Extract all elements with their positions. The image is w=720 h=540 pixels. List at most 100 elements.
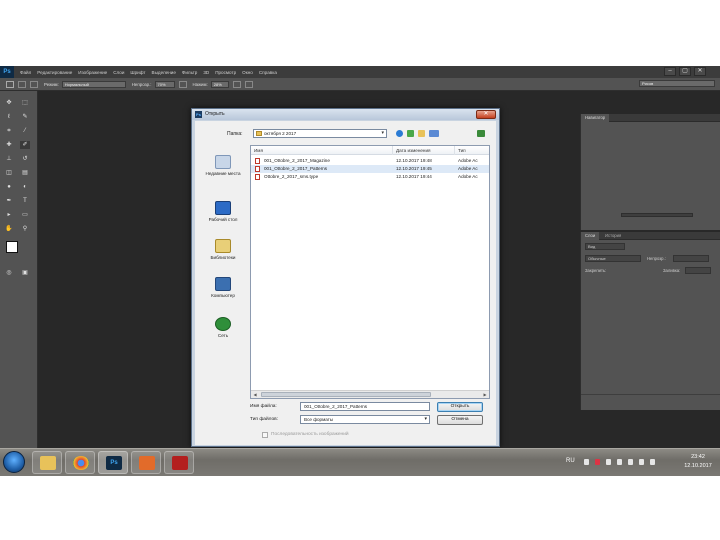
taskbar-photo-viewer[interactable] [131,451,161,474]
open-button[interactable]: Открыть [437,402,483,412]
screen-mode-icon[interactable]: ▣ [20,269,30,277]
file-row-selected[interactable]: 001_Ottobre_2_2017_Patterns 12.10.2017 1… [251,165,489,173]
eyedropper-tool-icon[interactable]: ⁄ [20,127,30,135]
pen-tool-icon[interactable]: ✒ [4,197,14,205]
dialog-close-button[interactable]: ✕ [476,110,496,119]
file-list[interactable]: Имя Дата изменения Тип 001_Ottobre_2_201… [250,145,490,399]
pressure-opacity-icon[interactable] [178,80,187,88]
eraser-tool-icon[interactable]: ◫ [4,169,14,177]
opacity-field[interactable]: 70% [154,80,175,88]
network-tray-icon[interactable] [639,459,644,465]
brush-size-icon[interactable] [18,80,26,88]
taskbar-acrobat[interactable] [164,451,194,474]
tab-navigator[interactable]: Навигатор [581,114,610,122]
fill-field[interactable] [685,267,711,274]
back-icon[interactable] [396,130,403,137]
menu-file[interactable]: Файл [20,70,31,75]
view-menu-icon[interactable] [429,130,439,137]
volume-tray-icon[interactable] [650,459,655,465]
menu-filter[interactable]: Фильтр [182,70,197,75]
brush-tool-icon[interactable]: ✐ [20,141,30,149]
file-row[interactable]: Ottobre_2_2017_sms.type 12.10.2017 19:44… [251,173,489,181]
column-type[interactable]: Тип [455,146,489,155]
tray-icon[interactable] [584,459,589,465]
tray-icon[interactable] [617,459,622,465]
hand-tool-icon[interactable]: ✋ [4,225,14,233]
image-sequence-checkbox[interactable] [262,432,268,438]
quick-mask-icon[interactable]: ◎ [4,269,14,277]
shape-tool-icon[interactable]: ▭ [20,211,30,219]
marquee-tool-icon[interactable]: ⬚ [20,99,30,107]
menu-help[interactable]: Справка [259,70,277,75]
foreground-color-swatch[interactable] [6,241,18,253]
taskbar-explorer[interactable] [32,451,62,474]
layer-opacity-field[interactable] [673,255,709,262]
place-desktop[interactable]: Рабочий стол [198,201,248,223]
place-libraries[interactable]: Библиотеки [198,239,248,261]
quick-select-tool-icon[interactable]: ✎ [20,113,30,121]
clock-date[interactable]: 12.10.2017 [678,463,718,469]
path-select-tool-icon[interactable]: ▸ [4,211,14,219]
menu-view[interactable]: Просмотр [215,70,236,75]
clock-time[interactable]: 23:42 [678,454,718,460]
blur-tool-icon[interactable]: ● [4,183,14,191]
dialog-titlebar[interactable]: Ps Открыть ✕ [192,109,499,120]
new-folder-icon[interactable] [418,130,425,137]
horizontal-scrollbar[interactable]: ◀ ▶ [251,390,489,398]
tab-layers[interactable]: Слои [581,232,600,240]
maximize-button[interactable]: ▢ [679,67,691,76]
cancel-button[interactable]: Отмена [437,415,483,425]
scroll-left-icon[interactable]: ◀ [251,391,259,398]
up-folder-icon[interactable] [407,130,414,137]
menu-edit[interactable]: Редактирование [37,70,72,75]
dodge-tool-icon[interactable]: ◐ [20,183,30,191]
mode-select[interactable]: Нормальный [61,80,126,88]
pressure-size-icon[interactable] [244,80,253,88]
menu-layers[interactable]: Слои [113,70,124,75]
type-tool-icon[interactable]: T [20,197,30,205]
history-brush-tool-icon[interactable]: ↺ [20,155,30,163]
layer-kind-filter[interactable]: Вид [585,243,625,250]
crop-tool-icon[interactable]: ⌗ [4,127,14,135]
tab-history[interactable]: История [601,232,625,240]
zoom-tool-icon[interactable]: ⚲ [20,225,30,233]
flow-field[interactable]: 28% [210,80,229,88]
close-app-button[interactable]: ✕ [694,67,706,76]
place-network[interactable]: Сеть [198,317,248,339]
tray-alert-icon[interactable] [595,459,600,465]
menu-type[interactable]: Шрифт [130,70,145,75]
start-button-icon[interactable] [3,451,25,473]
filetype-select[interactable]: Все форматы ▾ [300,415,430,424]
filename-input[interactable]: 001_Ottobre_2_2017_Patterns [300,402,430,411]
workspace-select[interactable]: Рисов [639,80,715,87]
bridge-icon[interactable] [477,130,485,137]
stamp-tool-icon[interactable]: ⊥ [4,155,14,163]
place-recent[interactable]: Недавние места [198,155,248,177]
column-date[interactable]: Дата изменения [393,146,455,155]
scroll-right-icon[interactable]: ▶ [481,391,489,398]
menu-select[interactable]: Выделение [152,70,176,75]
place-computer[interactable]: Компьютер [198,277,248,299]
scrollbar-thumb[interactable] [261,392,431,397]
navigator-zoom-slider[interactable] [621,213,693,217]
lasso-tool-icon[interactable]: ℓ [4,113,14,121]
menu-image[interactable]: Изображение [78,70,107,75]
taskbar-photoshop[interactable]: Ps [98,451,128,474]
minimize-button[interactable]: – [664,67,676,76]
look-in-select[interactable]: октября 2 2017 ▾ [253,129,387,138]
brush-panel-icon[interactable] [30,80,38,88]
blend-mode-select[interactable]: Обычные [585,255,641,262]
brush-tool-preset-icon[interactable] [6,80,14,88]
taskbar-chrome[interactable] [65,451,95,474]
move-tool-icon[interactable]: ✥ [4,99,14,107]
gradient-tool-icon[interactable]: ▤ [20,169,30,177]
tray-icon[interactable] [628,459,633,465]
healing-tool-icon[interactable]: ✚ [4,141,14,149]
tray-icon[interactable] [606,459,611,465]
language-indicator[interactable]: RU [566,458,575,464]
airbrush-icon[interactable] [232,80,241,88]
menu-window[interactable]: Окно [242,70,253,75]
column-name[interactable]: Имя [251,146,393,155]
menu-3d[interactable]: 3D [203,70,209,75]
file-row[interactable]: 001_Ottobre_2_2017_Magazine 12.10.2017 1… [251,157,489,165]
